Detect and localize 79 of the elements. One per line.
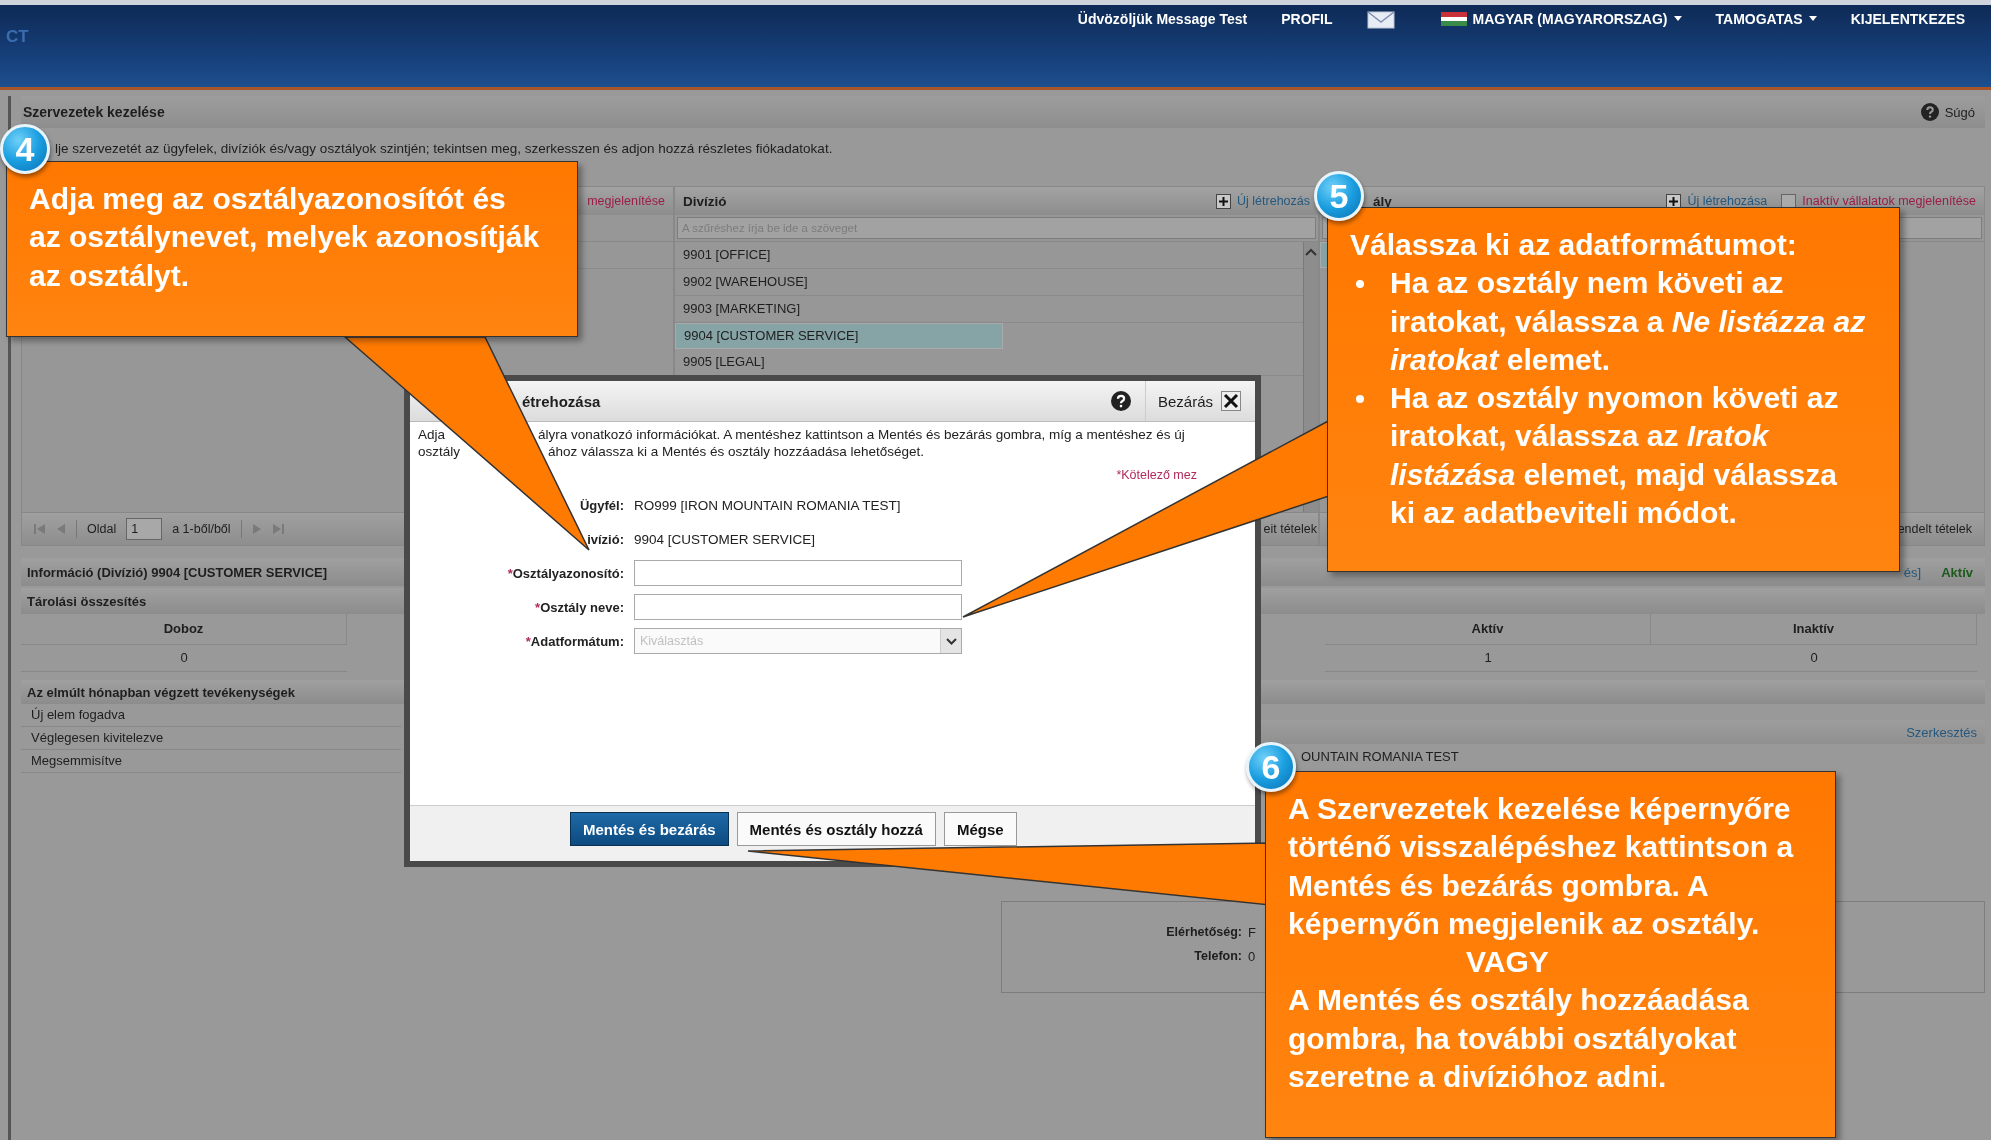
mail-icon[interactable] <box>1366 11 1395 29</box>
table-cell: 1 <box>1325 645 1651 672</box>
detail-label: Elérhetőség: <box>1165 925 1242 939</box>
info-title: Információ (Divízió) 9904 [CUSTOMER SERVICE] <box>27 564 328 580</box>
bullet-icon <box>1356 395 1364 404</box>
step-badge: 5 <box>1314 171 1364 221</box>
input-field[interactable] <box>634 560 962 586</box>
caret-icon <box>1808 16 1817 21</box>
column-header: Inaktív <box>1651 614 1977 645</box>
activity-row: Megsemmisítve <box>21 750 401 773</box>
dialog-title: étrehozása <box>522 392 601 410</box>
callout-text: Ha az osztály nem követi az iratokat, válassza a Ne listázza az iratokat elemet. <box>1390 265 1867 378</box>
help-icon[interactable] <box>1920 103 1939 121</box>
division-row[interactable]: 9901 [OFFICE] <box>675 242 1303 269</box>
intro-text: ályra vonatkozó információkat. A mentéshez kattintson a Mentés és bezárás gombra, míg a mentéshez és új <box>538 426 1185 443</box>
table-cell: 0 <box>1651 645 1977 672</box>
intro-text: Adja <box>418 426 447 443</box>
callout-text: VAGY <box>1465 944 1550 981</box>
column-header: Doboz <box>21 614 347 645</box>
help-icon[interactable] <box>1110 391 1131 411</box>
callout-text: A Szervezetek kezelése képernyőre történő visszalépéshez kattintson a Mentés és bezárás gombra. A képernyőn megjelenik az osztály. <box>1288 791 1795 942</box>
division-row[interactable]: 9902 [WAREHOUSE] <box>675 269 1303 296</box>
section-title: Az elmúlt hónapban végzett tevékenységek <box>27 684 296 700</box>
division-row[interactable]: 9904 [CUSTOMER SERVICE] <box>675 323 1003 349</box>
field-label: ivízió: <box>587 531 624 547</box>
intro-text: ához válassza ki a Mentés és osztály hozzáadása lehetőséget. <box>548 443 924 460</box>
field-label: Adatformátum: <box>530 633 624 649</box>
table-cell: 0 <box>21 645 347 672</box>
required-mark: * <box>507 565 513 581</box>
callout-text: A Mentés és osztály hozzáadása gombra, ha további osztályokat szeretne a divízióhoz adni. <box>1288 982 1750 1096</box>
flag-icon <box>1440 11 1467 26</box>
logo: CT <box>6 27 29 47</box>
language-menu[interactable]: MAGYAR (MAGYARORSZAG) <box>1472 10 1668 27</box>
panel-title: Divízió <box>683 193 727 209</box>
nav-link[interactable]: TAMOGATAS <box>1715 10 1803 27</box>
page-label: Oldal <box>87 522 117 536</box>
status-text: Aktív <box>1941 564 1973 580</box>
field-label: Osztályazonosító: <box>512 565 624 581</box>
callout-text: Válassza ki az adatformátumot: <box>1350 227 1798 263</box>
page-count: a 1-ből/ből <box>172 522 231 536</box>
help-link[interactable]: Súgó <box>1944 104 1975 120</box>
scroll-up-icon[interactable] <box>1305 248 1317 256</box>
nav-link[interactable]: PROFIL <box>1281 10 1333 27</box>
close-icon[interactable] <box>1221 391 1241 411</box>
detail-value: F <box>1248 924 1256 940</box>
required-mark: * <box>525 633 531 649</box>
dialog-button[interactable]: Mégse <box>943 812 1017 846</box>
chevron-down-icon <box>945 637 957 645</box>
intro-text: osztály <box>418 443 462 460</box>
nav-link[interactable]: KIJELENTKEZES <box>1850 10 1965 27</box>
caret-icon <box>1673 16 1682 21</box>
step-badge: 4 <box>0 124 50 174</box>
field-label: Ügyfél: <box>579 497 624 513</box>
required-mark: * <box>535 599 541 615</box>
page-description: lje szervezetét az ügyfelek, divíziók és/vagy osztályok szintjén; tekintsen meg, szerkesszen és adjon hozzá részletes fiókadatokat. <box>55 140 833 158</box>
pager-note: eit tételek <box>1263 522 1317 536</box>
bullet-icon <box>1356 280 1364 289</box>
detail-label: Telefon: <box>1193 949 1242 963</box>
plus-icon[interactable] <box>1666 193 1682 209</box>
field-value: RO999 [IRON MOUNTAIN ROMANIA TEST] <box>634 496 902 515</box>
page-title: Szervezetek kezelése <box>23 104 165 120</box>
column-header: Aktív <box>1325 614 1651 645</box>
callout-text: Adja meg az osztályazonosítót és az osztálynevet, melyek azonosítják az osztályt. <box>29 181 541 294</box>
required-note: *Kötelező mez <box>1115 467 1198 482</box>
activity-row: Új elem fogadva <box>21 704 401 727</box>
dialog-button[interactable]: Mentés és osztály hozzá <box>736 812 936 846</box>
field-label: Osztály neve: <box>540 599 624 615</box>
section-title: Tárolási összesítés <box>27 593 147 609</box>
activity-row: Véglegesen kivitelezve <box>21 727 401 750</box>
account-name: OUNTAIN ROMANIA TEST <box>1301 748 1459 766</box>
dialog-button[interactable]: Mentés és bezárás <box>570 812 729 846</box>
close-button[interactable]: Bezárás <box>1157 392 1213 410</box>
page-input[interactable]: 1 <box>126 518 163 540</box>
greeting-text: Üdvözöljük Message Test <box>1077 10 1248 27</box>
detail-value: 0 <box>1248 948 1256 964</box>
plus-icon[interactable] <box>1216 193 1232 209</box>
field-value: 9904 [CUSTOMER SERVICE] <box>634 530 817 549</box>
callout-text: Ha az osztály nyomon követi az iratokat, válassza az Iratok listázása elemet, majd válassza ki az adatbeviteli módot. <box>1390 380 1840 532</box>
input-field[interactable] <box>634 594 962 620</box>
